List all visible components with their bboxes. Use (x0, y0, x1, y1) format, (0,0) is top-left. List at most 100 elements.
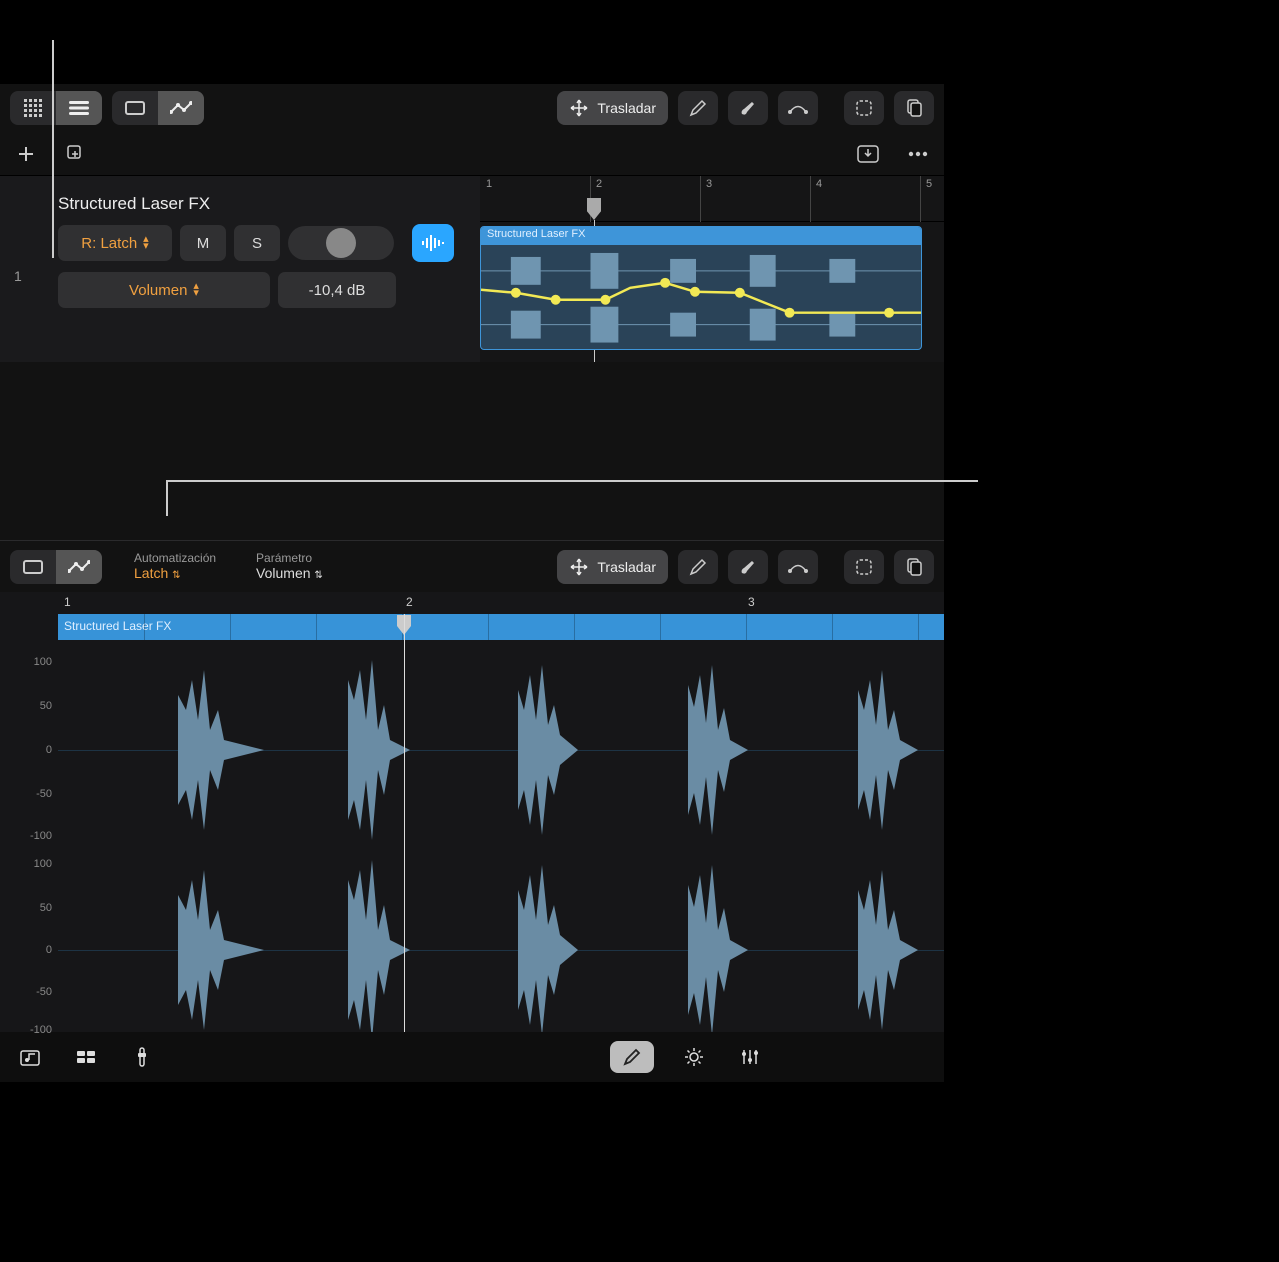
curve-icon (788, 560, 808, 574)
track-header[interactable]: 1 Structured Laser FX R: Latch ▴▾ M S Vo… (0, 176, 480, 362)
automation-param-label: Volumen (129, 282, 187, 299)
marquee-tool-button[interactable] (844, 91, 884, 125)
mixer-button[interactable] (70, 1041, 102, 1073)
ruler-number: 1 (486, 178, 492, 190)
ruler-number: 3 (706, 178, 712, 190)
editor-move-tool-button[interactable]: Trasladar (557, 550, 668, 584)
sliders-button[interactable] (734, 1041, 766, 1073)
move-icon (569, 557, 589, 577)
audio-editor[interactable]: 1 2 3 100 50 0 -50 -100 100 50 0 -50 -10… (0, 592, 944, 1032)
fader-knob[interactable] (326, 228, 356, 258)
arrange-lane[interactable]: 1 2 3 4 5 Structured Laser FX (480, 176, 944, 362)
list-icon (69, 101, 89, 115)
ruler-number: 2 (596, 178, 602, 190)
copy-button[interactable] (894, 91, 934, 125)
y-tick: 100 (34, 858, 52, 870)
move-tool-button[interactable]: Trasladar (557, 91, 668, 125)
brush-tool-button[interactable] (728, 91, 768, 125)
y-tick: 0 (46, 744, 52, 756)
duplicate-track-button[interactable] (60, 138, 92, 170)
more-button[interactable] (902, 138, 934, 170)
solo-button[interactable]: S (234, 225, 280, 261)
automation-value[interactable]: -10,4 dB (278, 272, 396, 308)
marquee-icon (855, 99, 873, 117)
pencil-icon (623, 1048, 641, 1066)
editor-waveform-area[interactable]: Structured Laser FX (58, 614, 944, 1032)
import-button[interactable] (852, 138, 884, 170)
library-button[interactable] (14, 1041, 46, 1073)
editor-copy-button[interactable] (894, 550, 934, 584)
editor-pencil-tool-button[interactable] (678, 550, 718, 584)
track-number: 1 (14, 268, 22, 284)
editor-brush-tool-button[interactable] (728, 550, 768, 584)
automation-icon (68, 560, 90, 574)
editor-ruler-number: 1 (64, 595, 71, 609)
y-tick: -50 (36, 986, 52, 998)
main-toolbar: Trasladar (0, 84, 944, 132)
edit-mode-button[interactable] (610, 1041, 654, 1073)
move-icon (569, 98, 589, 118)
copy-icon (905, 558, 923, 576)
inspector-button[interactable] (126, 1041, 158, 1073)
move-tool-label: Trasladar (597, 100, 656, 116)
editor-automation-select[interactable]: Automatización Latch ⇅ (134, 552, 216, 581)
editor-marquee-tool-button[interactable] (844, 550, 884, 584)
editor-automation-view-button[interactable] (56, 550, 102, 584)
grid-icon (24, 99, 42, 117)
arrange-ruler[interactable]: 1 2 3 4 5 (480, 176, 944, 222)
callout-line (52, 40, 54, 258)
mute-button[interactable]: M (180, 225, 226, 261)
y-tick: 50 (40, 902, 52, 914)
callout-line (166, 480, 978, 482)
editor-region-view-button[interactable] (10, 550, 56, 584)
audio-region[interactable]: Structured Laser FX (480, 226, 922, 350)
editor-region-name: Structured Laser FX (64, 619, 171, 633)
brush-icon (739, 99, 757, 117)
editor-automation-label: Automatización (134, 552, 216, 564)
automation-icon (170, 101, 192, 115)
copy-icon (905, 99, 923, 117)
editor-param-label: Parámetro (256, 552, 323, 564)
pencil-icon (689, 558, 707, 576)
marquee-icon (855, 558, 873, 576)
editor-y-axis: 100 50 0 -50 -100 100 50 0 -50 -100 (0, 592, 58, 1032)
editor-display-segment (10, 550, 102, 584)
automation-param-select[interactable]: Volumen ▴▾ (58, 272, 270, 308)
audio-track-icon-button[interactable] (412, 224, 454, 262)
volume-fader[interactable] (288, 226, 394, 260)
y-tick: 0 (46, 944, 52, 956)
editor-waveform (58, 640, 944, 1032)
editor-param-select[interactable]: Parámetro Volumen ⇅ (256, 552, 323, 581)
pencil-tool-button[interactable] (678, 91, 718, 125)
y-tick: 50 (40, 700, 52, 712)
list-view-button[interactable] (56, 91, 102, 125)
mixer-icon (76, 1050, 96, 1064)
fader-icon (135, 1047, 149, 1067)
editor-playhead[interactable] (404, 614, 405, 1032)
select-arrows-icon: ⇅ (314, 570, 322, 581)
automation-mode-label: R: Latch (81, 235, 137, 252)
region-waveform (481, 245, 921, 350)
add-track-button[interactable] (10, 138, 42, 170)
region-view-button[interactable] (112, 91, 158, 125)
editor-ruler-number: 3 (748, 595, 755, 609)
pencil-icon (689, 99, 707, 117)
automation-mode-select[interactable]: R: Latch ▴▾ (58, 225, 172, 261)
editor-curve-tool-button[interactable] (778, 550, 818, 584)
empty-area (0, 362, 944, 540)
editor-move-tool-label: Trasladar (597, 559, 656, 575)
display-segment (112, 91, 204, 125)
curve-tool-button[interactable] (778, 91, 818, 125)
sliders-icon (740, 1048, 760, 1066)
ruler-number: 5 (926, 178, 932, 190)
grid-view-button[interactable] (10, 91, 56, 125)
settings-button[interactable] (678, 1041, 710, 1073)
editor-param-value: Volumen (256, 565, 310, 581)
import-icon (857, 145, 879, 163)
editor-ruler[interactable]: 1 2 3 (58, 592, 944, 614)
bottom-toolbar (0, 1032, 944, 1082)
region-icon (125, 101, 145, 115)
automation-view-button[interactable] (158, 91, 204, 125)
select-arrows-icon: ▴▾ (143, 236, 149, 250)
region-name: Structured Laser FX (481, 227, 921, 245)
